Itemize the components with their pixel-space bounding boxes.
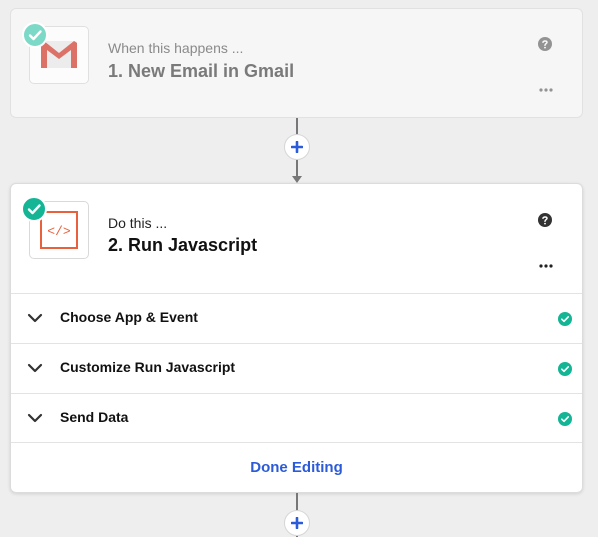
add-step-button[interactable]	[284, 510, 310, 536]
section-label: Customize Run Javascript	[60, 359, 236, 375]
step-complete-check-icon	[22, 22, 48, 48]
step-complete-check-icon	[21, 196, 47, 222]
svg-text:</>: </>	[47, 224, 71, 239]
check-circle-icon	[558, 412, 572, 426]
section-send-data[interactable]: Send Data	[11, 393, 582, 443]
plus-icon	[291, 141, 303, 153]
help-icon[interactable]	[538, 37, 552, 51]
section-customize-run-javascript[interactable]: Customize Run Javascript	[11, 343, 582, 393]
section-choose-app-event[interactable]: Choose App & Event	[11, 293, 582, 343]
chevron-down-icon	[27, 313, 43, 323]
trigger-step-subtitle: When this happens ...	[108, 40, 244, 56]
help-icon[interactable]	[538, 213, 552, 227]
done-editing-button[interactable]: Done Editing	[11, 442, 582, 492]
more-options-icon[interactable]	[539, 79, 553, 92]
section-label: Choose App & Event	[60, 309, 198, 325]
check-circle-icon	[558, 362, 572, 376]
more-options-icon[interactable]	[539, 255, 553, 268]
check-circle-icon	[558, 312, 572, 326]
add-step-button[interactable]	[284, 134, 310, 160]
trigger-step-title: 1. New Email in Gmail	[108, 61, 295, 81]
trigger-step-card[interactable]: When this happens ... 1. New Email in Gm…	[10, 8, 583, 118]
chevron-down-icon	[27, 363, 43, 373]
plus-icon	[291, 517, 303, 529]
action-step-subtitle: Do this ...	[108, 215, 168, 231]
section-label: Send Data	[60, 409, 129, 425]
action-step-title: 2. Run Javascript	[108, 235, 258, 255]
chevron-down-icon	[27, 413, 43, 423]
arrow-down-icon	[292, 176, 302, 183]
action-step-card[interactable]: </> Do this ... 2. Run Javascript Choose…	[10, 183, 583, 493]
